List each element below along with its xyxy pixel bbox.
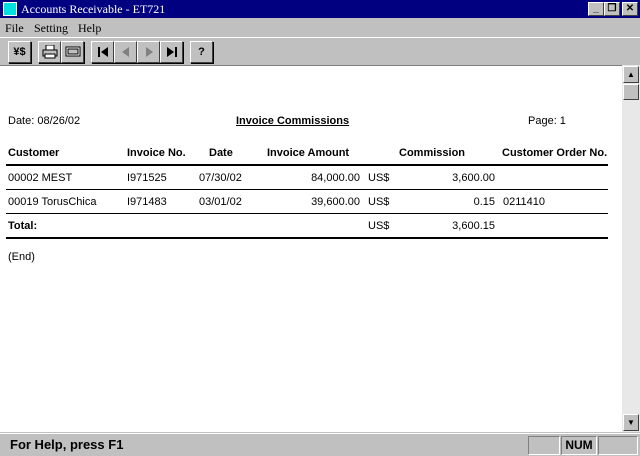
- column-header-invoice-amount: Invoice Amount: [267, 147, 350, 159]
- cell-customer: 00019 TorusChica: [8, 196, 97, 208]
- first-page-icon: [97, 47, 108, 57]
- toolbar: ¥$ ?: [0, 37, 640, 64]
- column-header-commission: Commission: [399, 147, 466, 159]
- first-page-button[interactable]: [91, 41, 114, 63]
- vertical-scrollbar[interactable]: ▲ ▼: [622, 65, 640, 432]
- menu-file[interactable]: File: [5, 21, 24, 36]
- last-page-icon: [166, 47, 177, 57]
- total-rule: [6, 237, 608, 239]
- menu-bar: File Setting Help: [0, 19, 640, 36]
- app-icon[interactable]: [3, 2, 17, 16]
- cell-currency: US$: [368, 172, 390, 184]
- total-label: Total:: [8, 220, 38, 232]
- help-icon: ?: [198, 46, 205, 58]
- status-panel-num: NUM: [561, 436, 597, 455]
- report-date: Date: 08/26/02: [8, 115, 81, 127]
- column-header-date: Date: [209, 147, 233, 159]
- minimize-button[interactable]: _: [588, 2, 604, 16]
- report-view[interactable]: Date: 08/26/02 Invoice Commissions Page:…: [0, 65, 622, 432]
- row-divider: [6, 189, 608, 190]
- cell-invoice-no: I971525: [127, 172, 167, 184]
- cell-invoice-no: I971483: [127, 196, 167, 208]
- scroll-up-button[interactable]: ▲: [623, 66, 639, 83]
- report-title: Invoice Commissions: [236, 115, 350, 127]
- print-preview-icon: [65, 46, 80, 57]
- menu-help[interactable]: Help: [78, 21, 101, 36]
- report-page-number: Page: 1: [528, 115, 566, 127]
- print-preview-button[interactable]: [61, 41, 84, 63]
- previous-page-button[interactable]: [114, 41, 137, 63]
- column-header-invoice-no: Invoice No.: [127, 147, 186, 159]
- previous-page-icon: [121, 47, 129, 57]
- cell-customer-order-no: 0211410: [503, 196, 546, 208]
- print-button[interactable]: [38, 41, 61, 63]
- cell-customer: 00002 MEST: [8, 172, 73, 184]
- row-divider: [6, 213, 608, 214]
- header-rule: [6, 164, 608, 166]
- cell-commission: 3,600.00: [452, 172, 495, 184]
- next-page-icon: [145, 47, 153, 57]
- window-title: Accounts Receivable - ET721: [21, 2, 166, 16]
- total-commission: 3,600.15: [452, 220, 495, 232]
- column-header-customer: Customer: [8, 147, 60, 159]
- currency-icon: ¥$: [13, 46, 26, 58]
- menu-setting[interactable]: Setting: [34, 21, 68, 36]
- scroll-down-button[interactable]: ▼: [623, 414, 639, 431]
- total-currency: US$: [368, 220, 390, 232]
- next-page-button[interactable]: [137, 41, 160, 63]
- cell-currency: US$: [368, 196, 390, 208]
- printer-icon: [42, 44, 57, 59]
- status-bar: For Help, press F1 NUM: [0, 433, 640, 456]
- cell-date: 03/01/02: [199, 196, 242, 208]
- cell-invoice-amount: 84,000.00: [311, 172, 360, 184]
- cell-date: 07/30/02: [199, 172, 242, 184]
- currency-button[interactable]: ¥$: [8, 41, 31, 63]
- cell-commission: 0.15: [473, 196, 495, 208]
- report-end-marker: (End): [8, 251, 35, 263]
- cell-invoice-amount: 39,600.00: [311, 196, 360, 208]
- scroll-thumb[interactable]: [623, 84, 639, 100]
- status-panel-caps: [528, 436, 560, 455]
- column-header-customer-order-no: Customer Order No.: [502, 147, 608, 159]
- status-text: For Help, press F1: [10, 437, 124, 452]
- help-button[interactable]: ?: [190, 41, 213, 63]
- restore-button[interactable]: ❐: [604, 2, 620, 16]
- title-bar: Accounts Receivable - ET721 _ ❐ ✕: [0, 0, 640, 18]
- close-button[interactable]: ✕: [622, 2, 638, 16]
- last-page-button[interactable]: [160, 41, 183, 63]
- status-panel-scroll: [598, 436, 638, 455]
